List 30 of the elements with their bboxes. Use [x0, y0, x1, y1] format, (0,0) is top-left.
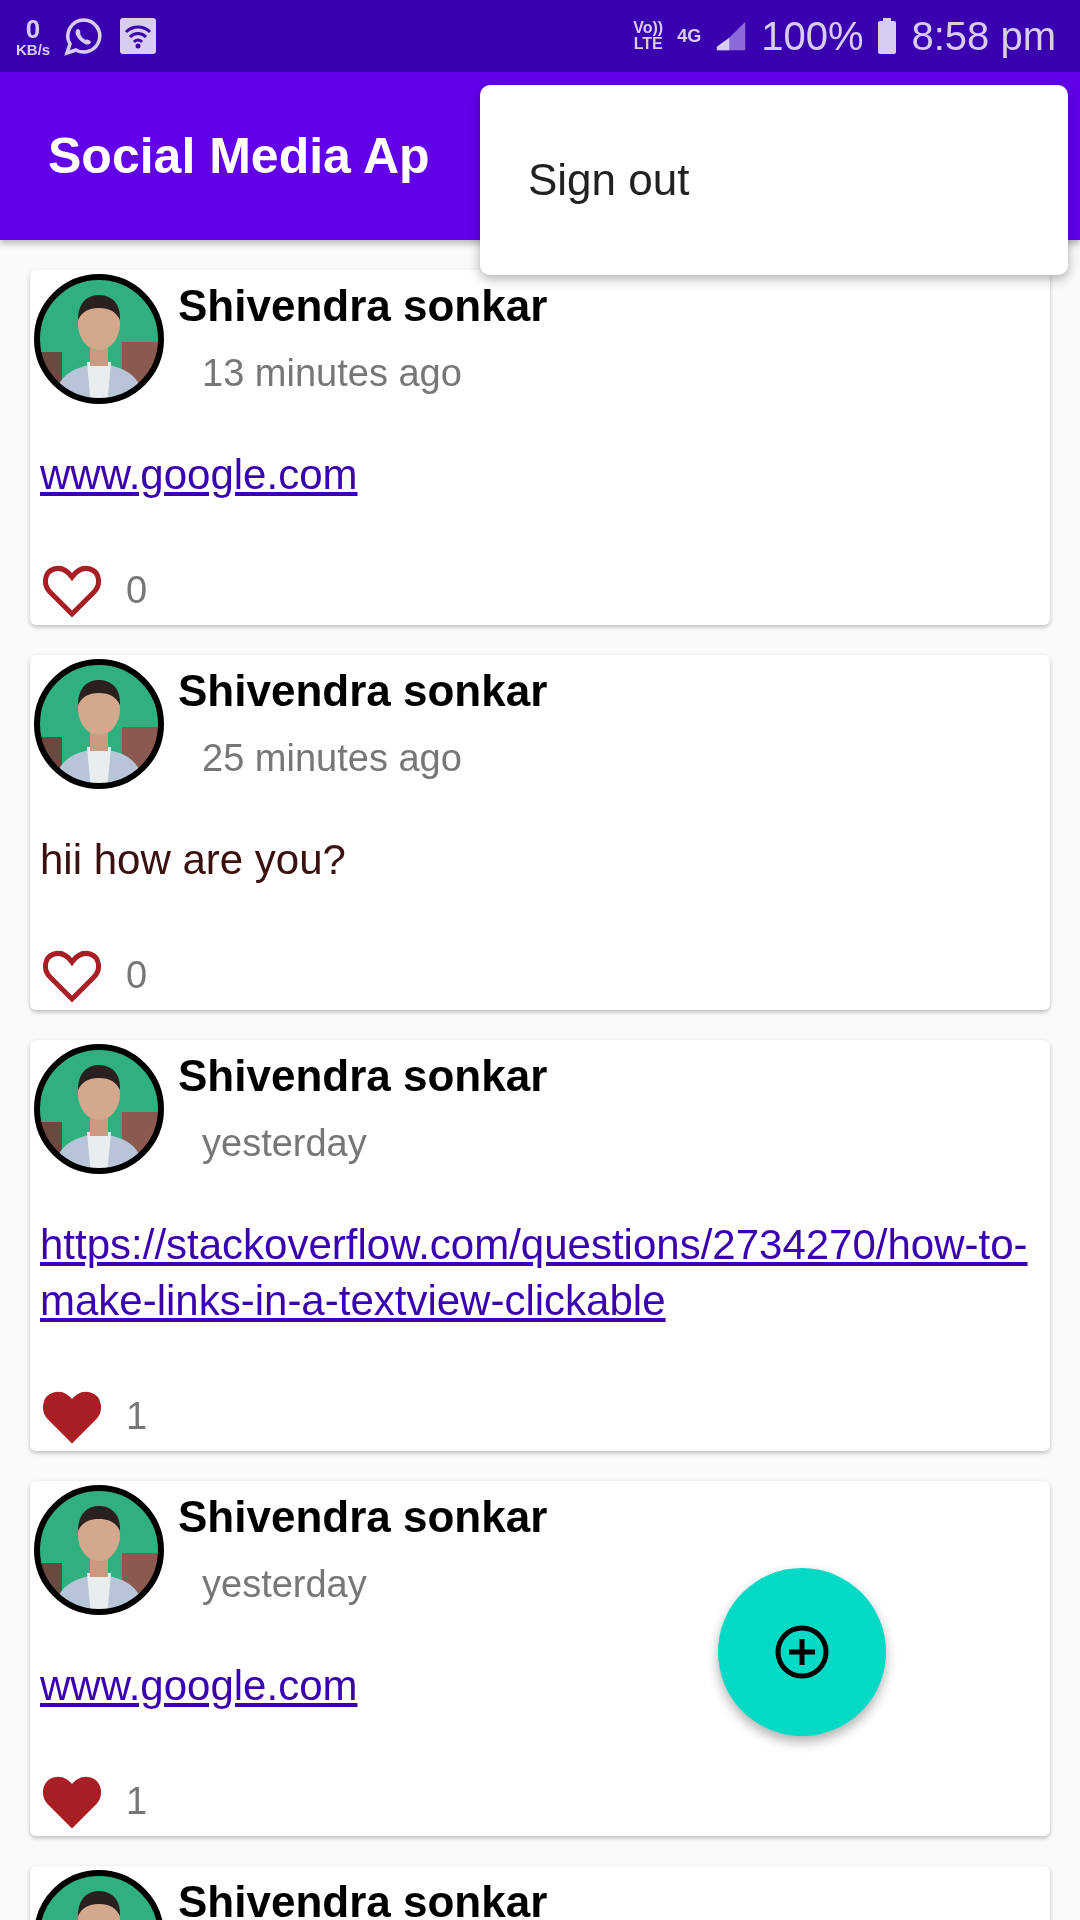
signal-icon	[715, 20, 748, 52]
author-name: Shivendra sonkar	[178, 282, 548, 331]
post-link[interactable]: https://stackoverflow.com/questions/2734270/how-to-make-links-in-a-textview-clickable	[40, 1217, 1040, 1329]
data-speed: 0	[25, 15, 41, 42]
post-time: yesterday	[202, 1122, 368, 1166]
lte-label: LTE	[633, 36, 663, 52]
network-label: 4G	[677, 25, 702, 47]
post-time: 25 minutes ago	[202, 737, 463, 781]
author-name: Shivendra sonkar	[178, 1052, 548, 1101]
app-title: Social Media Ap	[48, 127, 430, 185]
like-count: 0	[126, 568, 148, 612]
post-link[interactable]: www.google.com	[40, 447, 1040, 503]
chat-icon	[64, 16, 105, 56]
battery-percent: 100%	[761, 13, 864, 59]
data-unit: KB/s	[16, 41, 51, 57]
author-name: Shivendra sonkar	[178, 667, 548, 716]
clock: 8:58 pm	[911, 13, 1056, 59]
like-count: 0	[126, 953, 148, 997]
author-name: Shivendra sonkar	[178, 1878, 548, 1920]
post-time: 13 minutes ago	[202, 352, 463, 396]
post-text: hii how are you?	[40, 836, 346, 883]
volte-label: Vo))	[633, 20, 664, 36]
like-count: 1	[126, 1779, 148, 1823]
wifi-icon	[118, 16, 159, 56]
author-name: Shivendra sonkar	[178, 1493, 548, 1542]
menu-item[interactable]: Sign out	[480, 105, 1068, 255]
post-link[interactable]: www.google.com	[40, 1658, 1040, 1714]
post-time: yesterday	[202, 1563, 368, 1607]
battery-icon	[877, 18, 898, 54]
like-count: 1	[126, 1394, 148, 1438]
